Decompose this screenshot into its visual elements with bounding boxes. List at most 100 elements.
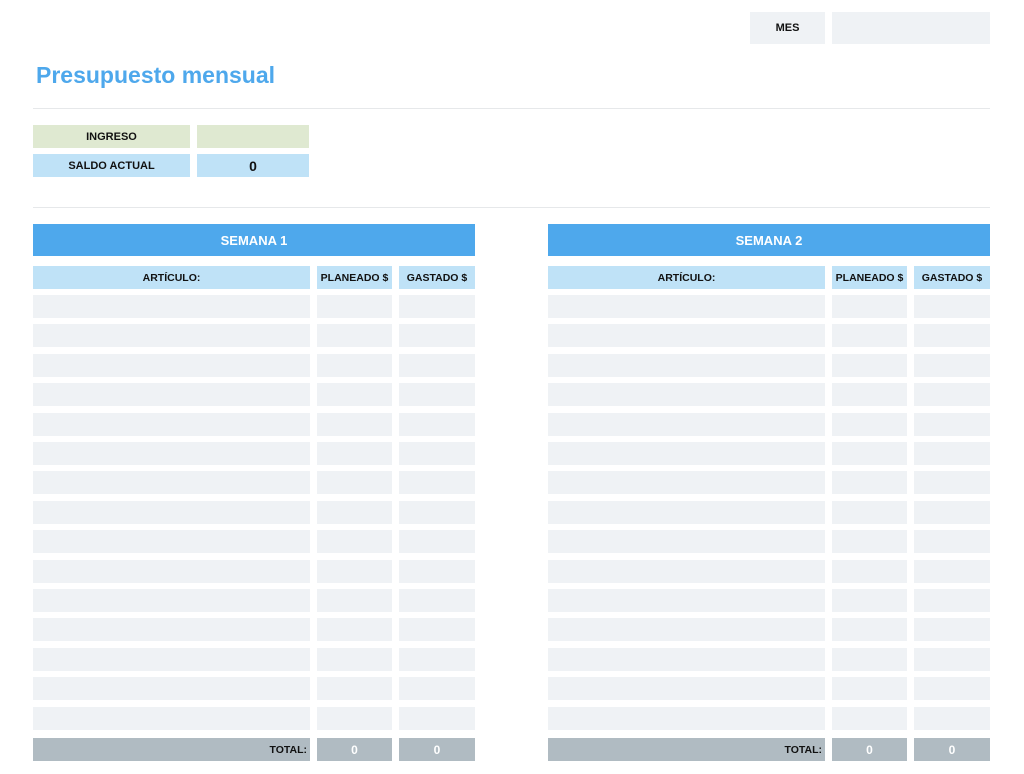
item-input[interactable] bbox=[548, 560, 825, 583]
planned-input[interactable] bbox=[832, 354, 907, 377]
planned-input[interactable] bbox=[832, 589, 907, 612]
planned-input[interactable] bbox=[832, 530, 907, 553]
item-input[interactable] bbox=[548, 677, 825, 700]
item-input[interactable] bbox=[548, 295, 825, 318]
planned-input[interactable] bbox=[317, 618, 392, 641]
item-input[interactable] bbox=[33, 560, 310, 583]
planned-input[interactable] bbox=[317, 471, 392, 494]
planned-input[interactable] bbox=[317, 354, 392, 377]
spent-input[interactable] bbox=[914, 589, 990, 612]
item-input[interactable] bbox=[33, 324, 310, 347]
planned-input[interactable] bbox=[317, 501, 392, 524]
balance-value: 0 bbox=[197, 154, 309, 177]
spent-input[interactable] bbox=[399, 618, 475, 641]
item-input[interactable] bbox=[33, 295, 310, 318]
spent-input[interactable] bbox=[399, 707, 475, 730]
item-input[interactable] bbox=[548, 471, 825, 494]
item-input[interactable] bbox=[548, 501, 825, 524]
planned-input[interactable] bbox=[317, 589, 392, 612]
column-header-item: ARTÍCULO: bbox=[548, 266, 825, 289]
item-input[interactable] bbox=[548, 530, 825, 553]
item-input[interactable] bbox=[548, 589, 825, 612]
month-label: MES bbox=[750, 12, 825, 44]
item-input[interactable] bbox=[33, 413, 310, 436]
spent-input[interactable] bbox=[399, 501, 475, 524]
spent-input[interactable] bbox=[914, 471, 990, 494]
spent-input[interactable] bbox=[399, 677, 475, 700]
spent-input[interactable] bbox=[914, 295, 990, 318]
item-input[interactable] bbox=[548, 383, 825, 406]
planned-input[interactable] bbox=[317, 648, 392, 671]
planned-input[interactable] bbox=[317, 295, 392, 318]
item-input[interactable] bbox=[548, 707, 825, 730]
planned-input[interactable] bbox=[832, 618, 907, 641]
item-input[interactable] bbox=[33, 354, 310, 377]
planned-input[interactable] bbox=[832, 324, 907, 347]
divider bbox=[33, 207, 990, 208]
planned-input[interactable] bbox=[832, 442, 907, 465]
item-input[interactable] bbox=[33, 383, 310, 406]
item-input[interactable] bbox=[33, 618, 310, 641]
spent-input[interactable] bbox=[399, 442, 475, 465]
total-planned: 0 bbox=[832, 738, 907, 761]
spent-input[interactable] bbox=[399, 354, 475, 377]
planned-input[interactable] bbox=[317, 442, 392, 465]
spent-input[interactable] bbox=[914, 413, 990, 436]
spent-input[interactable] bbox=[399, 530, 475, 553]
column-header-spent: GASTADO $ bbox=[399, 266, 475, 289]
spent-input[interactable] bbox=[914, 648, 990, 671]
spent-input[interactable] bbox=[914, 707, 990, 730]
planned-input[interactable] bbox=[832, 707, 907, 730]
item-input[interactable] bbox=[548, 413, 825, 436]
item-input[interactable] bbox=[33, 471, 310, 494]
month-input[interactable] bbox=[832, 12, 990, 44]
spent-input[interactable] bbox=[399, 295, 475, 318]
item-input[interactable] bbox=[33, 442, 310, 465]
spent-input[interactable] bbox=[399, 324, 475, 347]
spent-input[interactable] bbox=[399, 383, 475, 406]
item-input[interactable] bbox=[548, 442, 825, 465]
planned-input[interactable] bbox=[832, 471, 907, 494]
planned-input[interactable] bbox=[832, 413, 907, 436]
spent-input[interactable] bbox=[914, 442, 990, 465]
planned-input[interactable] bbox=[832, 648, 907, 671]
spent-input[interactable] bbox=[399, 471, 475, 494]
total-label: TOTAL: bbox=[33, 738, 310, 761]
spent-input[interactable] bbox=[399, 648, 475, 671]
planned-input[interactable] bbox=[832, 560, 907, 583]
item-input[interactable] bbox=[548, 354, 825, 377]
spent-input[interactable] bbox=[399, 560, 475, 583]
spent-input[interactable] bbox=[914, 677, 990, 700]
planned-input[interactable] bbox=[832, 383, 907, 406]
item-input[interactable] bbox=[33, 589, 310, 612]
planned-input[interactable] bbox=[832, 295, 907, 318]
item-input[interactable] bbox=[33, 530, 310, 553]
spent-input[interactable] bbox=[914, 530, 990, 553]
planned-input[interactable] bbox=[832, 501, 907, 524]
income-input[interactable] bbox=[197, 125, 309, 148]
item-input[interactable] bbox=[33, 677, 310, 700]
item-input[interactable] bbox=[548, 648, 825, 671]
spent-input[interactable] bbox=[914, 560, 990, 583]
planned-input[interactable] bbox=[317, 560, 392, 583]
spent-input[interactable] bbox=[914, 618, 990, 641]
planned-input[interactable] bbox=[317, 324, 392, 347]
spent-input[interactable] bbox=[914, 354, 990, 377]
item-input[interactable] bbox=[548, 618, 825, 641]
planned-input[interactable] bbox=[317, 707, 392, 730]
spent-input[interactable] bbox=[399, 589, 475, 612]
item-input[interactable] bbox=[33, 648, 310, 671]
balance-label: SALDO ACTUAL bbox=[33, 154, 190, 177]
item-input[interactable] bbox=[33, 501, 310, 524]
spent-input[interactable] bbox=[914, 324, 990, 347]
item-input[interactable] bbox=[548, 324, 825, 347]
planned-input[interactable] bbox=[317, 383, 392, 406]
spent-input[interactable] bbox=[914, 501, 990, 524]
item-input[interactable] bbox=[33, 707, 310, 730]
spent-input[interactable] bbox=[914, 383, 990, 406]
planned-input[interactable] bbox=[317, 413, 392, 436]
planned-input[interactable] bbox=[317, 530, 392, 553]
spent-input[interactable] bbox=[399, 413, 475, 436]
planned-input[interactable] bbox=[832, 677, 907, 700]
planned-input[interactable] bbox=[317, 677, 392, 700]
